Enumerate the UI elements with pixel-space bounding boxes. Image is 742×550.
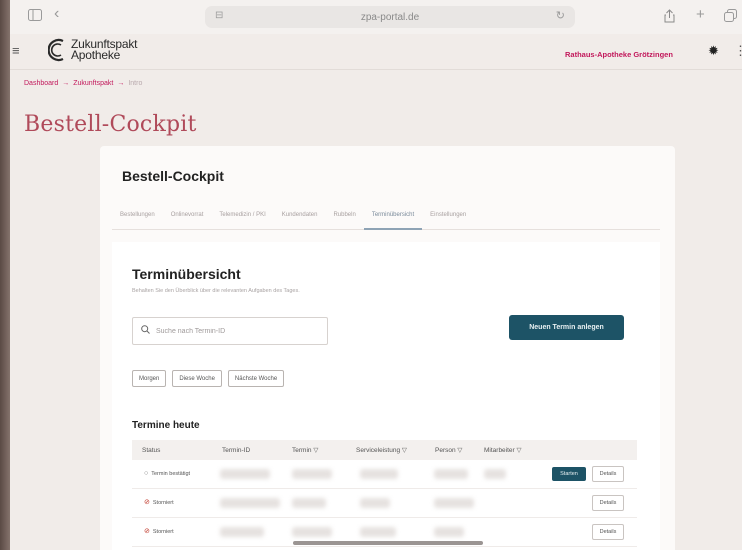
breadcrumb: Dashboard → Zukunftspakt → Intro	[24, 80, 142, 87]
column-serviceleistung-label: Serviceleistung	[356, 447, 401, 454]
filter-next-week-button[interactable]: Nächste Woche	[227, 370, 285, 387]
search-icon	[141, 325, 150, 337]
url-text: zpa-portal.de	[360, 11, 420, 23]
redacted-cell	[220, 469, 270, 479]
logo-text: Zukunftspakt Apotheke	[71, 38, 138, 62]
search-input[interactable]	[156, 327, 306, 335]
tab-telemedizin[interactable]: Telemedizin / PKI	[211, 202, 273, 230]
status-cell: ○ Termin bestätigt	[144, 470, 190, 477]
clock-icon: ○	[144, 470, 149, 477]
section-title: Terminübersicht	[132, 266, 241, 282]
filter-icon[interactable]: ▽	[517, 447, 522, 454]
tab-bar: Bestellungen Onlinevorrat Telemedizin / …	[112, 202, 660, 230]
url-field[interactable]: ⊟ zpa-portal.de ↻	[205, 6, 575, 28]
sidebar-icon[interactable]	[28, 9, 42, 25]
status-cell: ⊘ Storniert	[144, 499, 174, 506]
more-icon[interactable]: ⋮	[734, 43, 742, 59]
share-icon[interactable]	[664, 9, 675, 27]
redacted-cell	[484, 469, 506, 479]
redacted-cell	[220, 498, 280, 508]
breadcrumb-item-current: Intro	[128, 80, 143, 87]
breadcrumb-item-zukunftspakt[interactable]: Zukunftspakt	[73, 80, 113, 87]
column-person-label: Person	[435, 447, 456, 454]
table-row: ⊘ Storniert Details	[132, 489, 637, 518]
logo-mark	[48, 38, 68, 62]
back-arrow-icon[interactable]: ‹	[54, 6, 59, 22]
app-header: ≡ Zukunftspakt Apotheke Rathaus-Apotheke…	[10, 34, 742, 70]
main-card: Bestell-Cockpit Bestellungen Onlinevorra…	[100, 146, 675, 550]
page-title: Bestell-Cockpit	[24, 112, 197, 137]
screen: ‹ ⊟ zpa-portal.de ↻ + ≡ Zukunftspakt Apo…	[10, 0, 742, 550]
column-termin[interactable]: Termin ▽	[292, 446, 318, 454]
table-header: Status Termin-ID Termin ▽ Serviceleistun…	[132, 440, 637, 460]
browser-toolbar: ‹ ⊟ zpa-portal.de ↻ +	[10, 0, 742, 34]
menu-icon[interactable]: ≡	[12, 43, 20, 58]
redacted-cell	[292, 527, 332, 537]
start-button[interactable]: Starten	[552, 467, 586, 481]
status-text: Storniert	[152, 499, 174, 506]
logo: Zukunftspakt Apotheke	[48, 38, 138, 62]
filter-group: Morgen Diese Woche Nächste Woche	[132, 370, 285, 387]
column-status[interactable]: Status	[142, 447, 160, 454]
card-title: Bestell-Cockpit	[122, 168, 224, 184]
redacted-cell	[292, 498, 326, 508]
redacted-cell	[434, 527, 464, 537]
filter-icon[interactable]: ▽	[457, 447, 462, 454]
tab-onlinevorrat[interactable]: Onlinevorrat	[163, 202, 212, 230]
reload-icon[interactable]: ↻	[556, 9, 565, 22]
details-button[interactable]: Details	[592, 495, 624, 511]
pharmacy-name[interactable]: Rathaus-Apotheke Grötzingen	[565, 50, 673, 59]
breadcrumb-separator: →	[62, 80, 70, 87]
tab-kundendaten[interactable]: Kundendaten	[274, 202, 326, 230]
filter-tomorrow-button[interactable]: Morgen	[132, 370, 167, 387]
column-mitarbeiter-label: Mitarbeiter	[484, 447, 515, 454]
column-serviceleistung[interactable]: Serviceleistung ▽	[356, 446, 407, 454]
column-termin-label: Termin	[292, 447, 312, 454]
tab-rubbeln[interactable]: Rubbeln	[325, 202, 363, 230]
breadcrumb-separator: →	[117, 80, 125, 87]
status-text: Termin bestätigt	[151, 470, 191, 477]
filter-icon[interactable]: ▽	[402, 447, 407, 454]
filter-this-week-button[interactable]: Diese Woche	[172, 370, 222, 387]
search-field[interactable]	[132, 317, 328, 345]
redacted-cell	[360, 469, 398, 479]
redacted-cell	[434, 498, 474, 508]
redacted-cell	[220, 527, 264, 537]
new-appointment-button[interactable]: Neuen Termin anlegen	[509, 315, 624, 340]
column-termin-id[interactable]: Termin-ID	[222, 447, 250, 454]
appointments-table: Status Termin-ID Termin ▽ Serviceleistun…	[132, 440, 637, 547]
tab-einstellungen[interactable]: Einstellungen	[422, 202, 474, 230]
tab-terminuebersicht[interactable]: Terminübersicht	[363, 202, 423, 230]
tab-bestellungen[interactable]: Bestellungen	[112, 202, 163, 230]
column-person[interactable]: Person ▽	[435, 446, 462, 454]
lock-icon: ⊟	[215, 10, 224, 21]
today-title: Termine heute	[132, 420, 200, 431]
details-button[interactable]: Details	[592, 524, 624, 540]
redacted-cell	[292, 469, 332, 479]
details-button[interactable]: Details	[592, 466, 624, 482]
tabs-icon[interactable]	[724, 9, 737, 26]
logo-line-2: Apotheke	[71, 48, 121, 62]
overview-panel: Terminübersicht Behalten Sie den Überbli…	[112, 242, 660, 550]
section-subtitle: Behalten Sie den Überblick über die rele…	[132, 288, 300, 294]
breadcrumb-item-dashboard[interactable]: Dashboard	[24, 80, 58, 87]
plus-icon[interactable]: +	[696, 7, 705, 23]
filter-icon[interactable]: ▽	[313, 447, 318, 454]
redacted-cell	[360, 527, 396, 537]
table-row: ○ Termin bestätigt Starten Details	[132, 460, 637, 489]
cancelled-icon: ⊘	[144, 499, 150, 506]
cancelled-icon: ⊘	[144, 528, 150, 535]
column-mitarbeiter[interactable]: Mitarbeiter ▽	[484, 446, 522, 454]
home-indicator	[293, 541, 483, 545]
gear-icon[interactable]: ✹	[708, 43, 719, 59]
status-cell: ⊘ Storniert	[144, 528, 174, 535]
redacted-cell	[360, 498, 390, 508]
redacted-cell	[434, 469, 468, 479]
status-text: Storniert	[152, 528, 174, 535]
